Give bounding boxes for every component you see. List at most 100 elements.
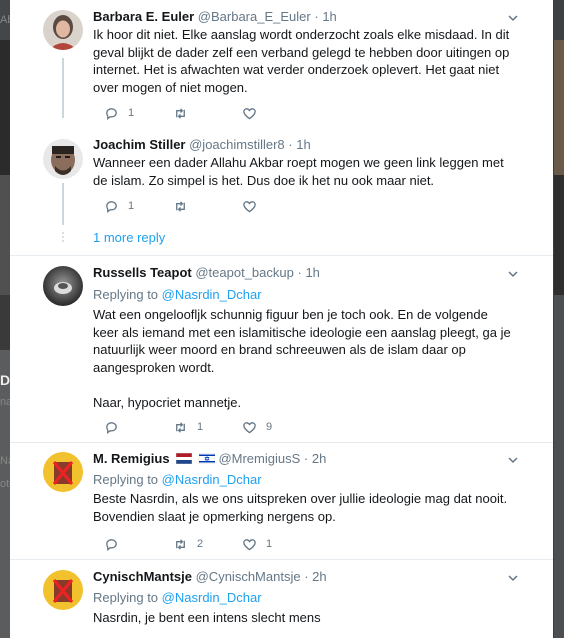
user-name[interactable]: Barbara E. Euler: [93, 9, 194, 24]
tweet-text: Wat een ongeloofljk schunnig figuur ben …: [93, 306, 513, 411]
retweet-count: 1: [197, 421, 204, 433]
separator-dot: ·: [288, 137, 293, 152]
like-button[interactable]: 1: [242, 536, 272, 552]
background-fragment: Na: [0, 455, 10, 467]
tweet-text: Beste Nasrdin, als we ons uitspreken ove…: [93, 490, 513, 525]
user-handle[interactable]: @MremigiusS: [218, 451, 300, 466]
separator-dot: ·: [297, 265, 302, 280]
tweet-text: Nasrdin, je bent een intens slecht mens: [93, 609, 513, 627]
tweet-text: Ik hoor dit niet. Elke aanslag wordt ond…: [93, 26, 513, 96]
like-button[interactable]: 9: [242, 419, 272, 435]
tweet-paragraph: Wanneer een dader Allahu Akbar roept mog…: [93, 155, 504, 188]
timestamp[interactable]: 1h: [296, 137, 310, 152]
retweet-button[interactable]: 2: [173, 536, 203, 552]
replying-prefix: Replying to: [93, 472, 159, 487]
timestamp[interactable]: 2h: [312, 569, 326, 584]
separator-dot: ·: [303, 451, 309, 466]
netherlands-flag-icon: [175, 452, 193, 468]
reply-icon: [106, 200, 117, 213]
tweet-paragraph: Beste Nasrdin, als we ons uitspreken ove…: [93, 491, 508, 524]
thread-line: [62, 183, 64, 225]
heart-icon: [243, 421, 256, 433]
heart-icon: [243, 107, 256, 119]
tweet-header: CynischMantsje @CynischMantsje · 2h: [93, 569, 327, 585]
timestamp[interactable]: 1h: [322, 9, 336, 24]
heart-icon: [243, 538, 256, 550]
background-page-right: [554, 0, 564, 638]
separator-dot: ·: [314, 9, 319, 24]
retweet-icon: [176, 421, 185, 433]
background-page-left: Ab De na Na ote: [0, 0, 10, 638]
chevron-down-icon[interactable]: [507, 454, 519, 466]
background-fragment: De: [0, 372, 10, 388]
replying-mention[interactable]: @Nasrdin_Dchar: [162, 287, 262, 302]
like-button[interactable]: [242, 105, 266, 121]
tweet-header: Barbara E. Euler @Barbara_E_Euler · 1h: [93, 9, 337, 25]
avatar[interactable]: [43, 139, 83, 179]
chevron-down-icon[interactable]: [507, 12, 519, 24]
like-button[interactable]: [242, 198, 266, 214]
heart-icon: [243, 200, 256, 212]
user-handle[interactable]: @Barbara_E_Euler: [198, 9, 311, 24]
avatar[interactable]: [43, 570, 83, 610]
replying-prefix: Replying to: [93, 287, 159, 302]
chevron-down-icon[interactable]: [507, 268, 519, 280]
tweet-header: Russells Teapot @teapot_backup · 1h: [93, 265, 320, 281]
retweet-icon: [176, 538, 185, 550]
conversation-panel: Barbara E. Euler @Barbara_E_Euler · 1h I…: [10, 0, 553, 638]
replying-to: Replying to @Nasrdin_Dchar: [93, 472, 262, 488]
separator-dot: ·: [304, 569, 309, 584]
replying-to: Replying to @Nasrdin_Dchar: [93, 287, 262, 303]
reply-icon: [106, 107, 117, 120]
tweet-paragraph: Nasrdin, je bent een intens slecht mens: [93, 610, 321, 625]
replying-mention[interactable]: @Nasrdin_Dchar: [162, 590, 262, 605]
tweet-divider: [10, 442, 553, 443]
retweet-icon: [176, 107, 185, 119]
tweet-paragraph: Ik hoor dit niet. Elke aanslag wordt ond…: [93, 27, 510, 95]
reply-button[interactable]: 1: [104, 105, 134, 121]
background-fragment: Ab: [0, 14, 10, 26]
avatar[interactable]: [43, 266, 83, 306]
tweet-header: Joachim Stiller @joachimstiller8 · 1h: [93, 137, 311, 153]
retweet-button[interactable]: [173, 198, 197, 214]
replying-mention[interactable]: @Nasrdin_Dchar: [162, 472, 262, 487]
tweet-header: M. Remigius @MremigiusS · 2h: [93, 451, 326, 468]
reply-count: 1: [128, 200, 135, 212]
chevron-down-icon[interactable]: [507, 572, 519, 584]
replying-prefix: Replying to: [93, 590, 159, 605]
timestamp[interactable]: 2h: [312, 451, 326, 466]
user-handle[interactable]: @joachimstiller8: [189, 137, 285, 152]
retweet-count: 2: [197, 538, 204, 550]
more-replies-dots: [61, 232, 65, 244]
user-name[interactable]: CynischMantsje: [93, 569, 192, 584]
user-name[interactable]: M. Remigius: [93, 451, 170, 466]
user-name[interactable]: Joachim Stiller: [93, 137, 185, 152]
tweet-paragraph: Naar, hypocriet mannetje.: [93, 394, 242, 410]
tweet-divider: [10, 559, 553, 560]
israel-flag-icon: [198, 452, 216, 468]
reply-button[interactable]: 1: [104, 198, 134, 214]
timestamp[interactable]: 1h: [305, 265, 319, 280]
reply-icon: [106, 421, 117, 434]
thread-line: [62, 58, 64, 118]
reply-button[interactable]: [104, 419, 128, 435]
user-name[interactable]: Russells Teapot: [93, 265, 192, 280]
tweet-text: Wanneer een dader Allahu Akbar roept mog…: [93, 154, 513, 189]
retweet-button[interactable]: 1: [173, 419, 203, 435]
more-replies-link[interactable]: 1 more reply: [93, 230, 165, 245]
background-fragment: ote: [0, 478, 10, 490]
retweet-icon: [176, 200, 185, 212]
user-handle[interactable]: @CynischMantsje: [196, 569, 301, 584]
retweet-button[interactable]: [173, 105, 197, 121]
replying-to: Replying to @Nasrdin_Dchar: [93, 590, 262, 606]
tweet-paragraph: Wat een ongeloofljk schunnig figuur ben …: [93, 307, 511, 375]
like-count: 1: [266, 538, 273, 550]
avatar[interactable]: [43, 452, 83, 492]
avatar[interactable]: [43, 10, 83, 50]
user-handle[interactable]: @teapot_backup: [195, 265, 294, 280]
tweet-divider: [10, 255, 553, 256]
reply-icon: [106, 538, 117, 551]
background-fragment: na: [0, 396, 10, 408]
reply-button[interactable]: [104, 536, 128, 552]
like-count: 9: [266, 421, 273, 433]
